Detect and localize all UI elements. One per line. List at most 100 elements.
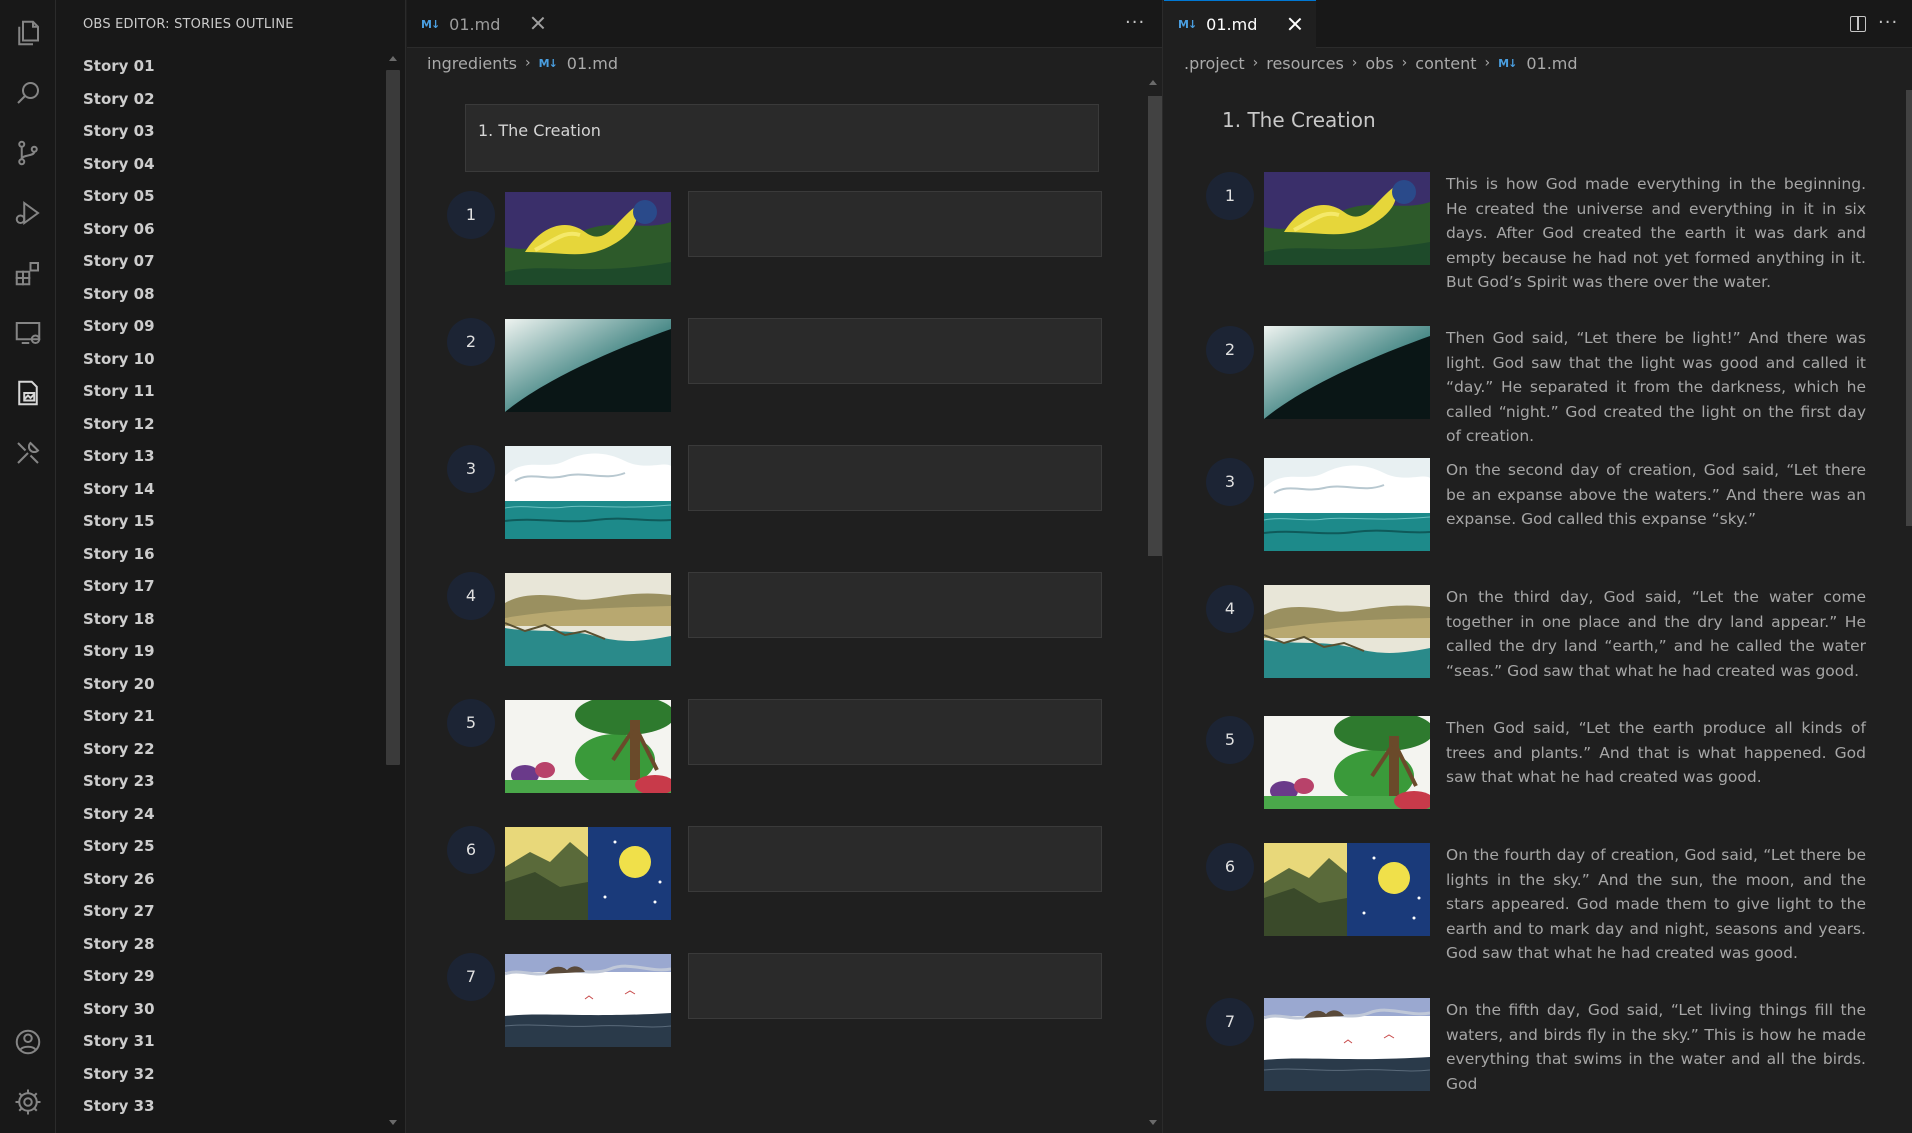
story-item[interactable]: Story 04 <box>56 148 386 181</box>
frame-image <box>1264 843 1430 936</box>
editor-group-right: M↓ 01.md ··· .project › resources › obs … <box>1164 0 1912 1133</box>
breadcrumb-item[interactable]: .project <box>1184 54 1245 73</box>
story-item[interactable]: Story 16 <box>56 538 386 571</box>
story-item[interactable]: Story 31 <box>56 1025 386 1058</box>
tab-label: 01.md <box>1206 15 1258 34</box>
scroll-down-arrow-icon[interactable] <box>389 1120 397 1125</box>
story-item[interactable]: Story 06 <box>56 213 386 246</box>
files-icon[interactable] <box>8 13 48 53</box>
story-item[interactable]: Story 02 <box>56 83 386 116</box>
tab-01-md-right[interactable]: M↓ 01.md <box>1164 0 1316 48</box>
settings-gear-icon[interactable] <box>8 1082 48 1122</box>
frame-image <box>505 192 671 285</box>
frame-text-input[interactable] <box>688 572 1102 638</box>
breadcrumb-item[interactable]: ingredients <box>427 54 517 73</box>
tools-icon[interactable] <box>8 433 48 473</box>
story-item[interactable]: Story 11 <box>56 375 386 408</box>
run-debug-icon[interactable] <box>8 193 48 233</box>
frame-image <box>505 573 671 666</box>
split-editor-icon[interactable] <box>1850 16 1866 32</box>
story-item[interactable]: Story 15 <box>56 505 386 538</box>
story-item[interactable]: Story 12 <box>56 408 386 441</box>
breadcrumb-item[interactable]: obs <box>1365 54 1393 73</box>
frame-number-badge: 4 <box>447 572 495 620</box>
frame-text: This is how God made everything in the b… <box>1446 175 1866 291</box>
close-icon[interactable] <box>1286 15 1304 33</box>
frame-number-badge: 7 <box>447 953 495 1001</box>
story-item[interactable]: Story 18 <box>56 603 386 636</box>
story-item[interactable]: Story 32 <box>56 1058 386 1091</box>
more-actions-icon[interactable]: ··· <box>1878 12 1898 33</box>
scroll-up-arrow-icon[interactable] <box>1149 80 1157 85</box>
frame-image <box>1264 326 1430 419</box>
editor-scrollbar[interactable] <box>1148 96 1162 556</box>
frame-text-input[interactable] <box>688 191 1102 257</box>
story-item[interactable]: Story 05 <box>56 180 386 213</box>
tab-01-md-left[interactable]: M↓ 01.md <box>407 0 559 48</box>
frame-text: On the fourth day of creation, God said,… <box>1446 846 1866 962</box>
obs-editor-icon[interactable] <box>8 373 48 413</box>
source-control-icon[interactable] <box>8 133 48 173</box>
markdown-icon: M↓ <box>421 17 440 31</box>
story-item[interactable]: Story 19 <box>56 635 386 668</box>
story-item[interactable]: Story 25 <box>56 830 386 863</box>
story-item[interactable]: Story 26 <box>56 863 386 896</box>
story-item[interactable]: Story 28 <box>56 928 386 961</box>
story-title-input[interactable]: 1. The Creation <box>465 104 1099 172</box>
frame-text-input[interactable] <box>688 826 1102 892</box>
frame-text-input[interactable] <box>688 699 1102 765</box>
frame-number-badge: 2 <box>447 318 495 366</box>
account-icon[interactable] <box>8 1022 48 1062</box>
tab-bar: M↓ 01.md ··· <box>1164 0 1912 48</box>
chevron-right-icon: › <box>525 55 531 71</box>
story-item[interactable]: Story 08 <box>56 278 386 311</box>
story-item[interactable]: Story 01 <box>56 50 386 83</box>
story-item[interactable]: Story 30 <box>56 993 386 1026</box>
frame-image <box>505 446 671 539</box>
markdown-icon: M↓ <box>1178 18 1197 31</box>
editor-group-left: M↓ 01.md ··· ingredients › M↓ 01.md 1. T… <box>407 0 1163 1133</box>
story-item[interactable]: Story 23 <box>56 765 386 798</box>
story-item[interactable]: Story 21 <box>56 700 386 733</box>
story-item[interactable]: Story 24 <box>56 798 386 831</box>
frame-text-input[interactable] <box>688 953 1102 1019</box>
frame-number-badge: 1 <box>1206 172 1254 220</box>
story-item[interactable]: Story 29 <box>56 960 386 993</box>
story-item[interactable]: Story 09 <box>56 310 386 343</box>
frame-image <box>1264 998 1430 1091</box>
frame-image <box>1264 716 1430 809</box>
story-item[interactable]: Story 07 <box>56 245 386 278</box>
tab-bar: M↓ 01.md ··· <box>407 0 1162 48</box>
extensions-icon[interactable] <box>8 253 48 293</box>
breadcrumb-item[interactable]: 01.md <box>567 54 618 73</box>
breadcrumb-item[interactable]: 01.md <box>1526 54 1577 73</box>
breadcrumb-item[interactable]: resources <box>1266 54 1344 73</box>
story-item[interactable]: Story 22 <box>56 733 386 766</box>
scroll-up-arrow-icon[interactable] <box>389 56 397 61</box>
story-item[interactable]: Story 14 <box>56 473 386 506</box>
story-item[interactable]: Story 03 <box>56 115 386 148</box>
story-item[interactable]: Story 27 <box>56 895 386 928</box>
frame-number-badge: 3 <box>1206 458 1254 506</box>
chevron-right-icon: › <box>1351 55 1358 71</box>
frame-text-input[interactable] <box>688 318 1102 384</box>
frame-number-badge: 6 <box>1206 843 1254 891</box>
breadcrumb-item[interactable]: content <box>1415 54 1476 73</box>
frame-text-input[interactable] <box>688 445 1102 511</box>
story-item[interactable]: Story 13 <box>56 440 386 473</box>
frame-image <box>1264 172 1430 265</box>
scroll-down-arrow-icon[interactable] <box>1149 1120 1157 1125</box>
more-actions-icon[interactable]: ··· <box>1125 12 1145 33</box>
frame-number-badge: 3 <box>447 445 495 493</box>
close-icon[interactable] <box>529 14 547 32</box>
story-item[interactable]: Story 20 <box>56 668 386 701</box>
sidebar-scrollbar[interactable] <box>386 70 400 765</box>
preview-scrollbar[interactable] <box>1906 90 1912 526</box>
story-item[interactable]: Story 33 <box>56 1090 386 1123</box>
frame-image <box>1264 585 1430 678</box>
remote-explorer-icon[interactable] <box>8 313 48 353</box>
story-item[interactable]: Story 17 <box>56 570 386 603</box>
story-item[interactable]: Story 10 <box>56 343 386 376</box>
search-icon[interactable] <box>8 73 48 113</box>
sidebar: OBS EDITOR: STORIES OUTLINE Story 01 Stor… <box>56 0 406 1133</box>
